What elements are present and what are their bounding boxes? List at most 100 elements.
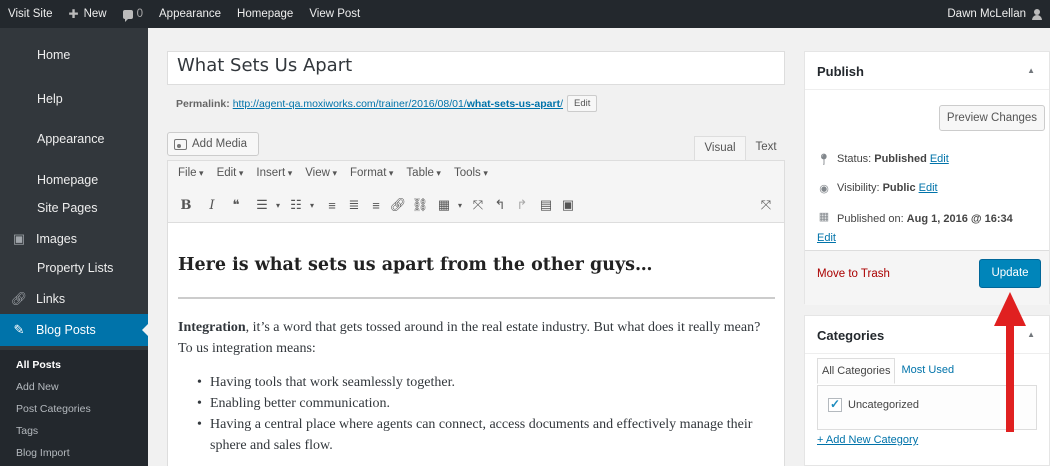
sidebar-item-homepage[interactable]: Homepage bbox=[0, 173, 148, 187]
content-paragraph: Integration, it’s a word that gets tosse… bbox=[178, 317, 768, 359]
tab-visual[interactable]: Visual bbox=[694, 136, 746, 160]
comments-link[interactable]: 0 bbox=[115, 0, 151, 28]
add-media-button[interactable]: Add Media bbox=[167, 132, 259, 156]
published-on-value: Aug 1, 2016 @ 16:34 bbox=[906, 213, 1013, 225]
homepage-label: Homepage bbox=[237, 8, 294, 20]
menu-table[interactable]: Table bbox=[406, 167, 441, 179]
checkbox-checked[interactable] bbox=[828, 397, 842, 412]
appearance-link[interactable]: Appearance bbox=[151, 0, 229, 28]
list-item: Having a central place where agents can … bbox=[197, 414, 762, 456]
category-label: Uncategorized bbox=[848, 399, 919, 411]
menu-view[interactable]: View bbox=[305, 167, 337, 179]
bold-icon[interactable]: B bbox=[176, 194, 196, 216]
unlink-icon[interactable]: ⛓︎ bbox=[410, 194, 430, 216]
submenu-tags[interactable]: Tags bbox=[16, 425, 38, 437]
menu-format[interactable]: Format bbox=[350, 167, 393, 179]
sidebar-item-label: Images bbox=[36, 232, 77, 246]
admin-bar: Visit Site ✚ New 0 Appearance Homepage Vi… bbox=[0, 0, 1050, 28]
list-item[interactable]: Uncategorized bbox=[828, 397, 919, 412]
horizontal-rule bbox=[178, 297, 775, 299]
update-button[interactable]: Update bbox=[979, 259, 1041, 288]
distraction-free-icon[interactable]: ⤧ bbox=[756, 194, 776, 216]
sidebar-item-appearance[interactable]: Appearance bbox=[0, 132, 148, 146]
status-edit-link[interactable]: Edit bbox=[930, 153, 949, 165]
add-new-category-link[interactable]: + Add New Category bbox=[817, 434, 918, 446]
sidebar-item-property-lists[interactable]: Property Lists bbox=[0, 261, 148, 275]
blockquote-icon[interactable]: ❝ bbox=[226, 194, 246, 216]
admin-sidebar: Home Help Appearance Homepage Site Pages… bbox=[0, 28, 149, 466]
view-post-link[interactable]: View Post bbox=[301, 0, 368, 28]
published-on-edit-link[interactable]: Edit bbox=[817, 232, 836, 244]
tab-text[interactable]: Text bbox=[746, 136, 786, 160]
list-item: Having tools that work seamlessly togeth… bbox=[197, 372, 762, 393]
editor-content-area[interactable]: Here is what sets us apart from the othe… bbox=[167, 222, 785, 466]
post-title-text: What Sets Us Apart bbox=[177, 55, 353, 76]
menu-tools[interactable]: Tools bbox=[454, 167, 488, 179]
table-dropdown-icon[interactable]: ▾ bbox=[450, 194, 470, 216]
images-icon: ▣ bbox=[12, 231, 26, 246]
submenu-blog-import[interactable]: Blog Import bbox=[16, 447, 70, 459]
published-on-text: Published on: Aug 1, 2016 @ 16:34 Edit bbox=[817, 210, 1013, 248]
categories-box-title: Categories bbox=[817, 328, 885, 343]
post-title-input[interactable]: What Sets Us Apart bbox=[167, 51, 785, 85]
redo-icon[interactable]: ↱ bbox=[512, 194, 532, 216]
read-more-icon[interactable]: ▤ bbox=[536, 194, 556, 216]
permalink-slug: what-sets-us-apart bbox=[466, 97, 561, 110]
sidebar-item-help[interactable]: Help bbox=[0, 92, 148, 106]
add-media-label: Add Media bbox=[192, 138, 247, 150]
menu-insert[interactable]: Insert bbox=[256, 167, 292, 179]
preview-changes-button[interactable]: Preview Changes bbox=[939, 105, 1045, 131]
undo-icon[interactable]: ↰ bbox=[490, 194, 510, 216]
submenu-add-new[interactable]: Add New bbox=[16, 381, 59, 393]
tab-most-used[interactable]: Most Used bbox=[897, 358, 958, 384]
sidebar-item-blog-posts[interactable]: ✎ Blog Posts bbox=[0, 314, 149, 346]
link-icon: 🔗︎ bbox=[10, 291, 28, 306]
arrow-head bbox=[994, 292, 1026, 326]
view-post-label: View Post bbox=[309, 8, 361, 20]
align-right-icon[interactable]: ≡ bbox=[366, 194, 386, 216]
list-item: Enabling better communication. bbox=[197, 393, 762, 414]
permalink-link[interactable]: http://agent-qa.moxiworks.com/trainer/20… bbox=[233, 98, 563, 110]
sidebar-item-label: Appearance bbox=[37, 132, 105, 146]
numbered-list-dropdown-icon[interactable]: ▾ bbox=[302, 194, 322, 216]
homepage-link[interactable]: Homepage bbox=[229, 0, 301, 28]
published-on-label: Published on: bbox=[837, 213, 904, 225]
italic-icon[interactable]: I bbox=[202, 194, 222, 216]
permalink-trailing: / bbox=[560, 97, 564, 110]
sidebar-item-home[interactable]: Home bbox=[0, 48, 148, 62]
editor-toolbar: File Edit Insert View Format Table Tools… bbox=[167, 160, 785, 222]
visit-site-link[interactable]: Visit Site bbox=[0, 0, 61, 28]
move-to-trash-link[interactable]: Move to Trash bbox=[817, 268, 890, 280]
permalink-edit-button[interactable]: Edit bbox=[567, 95, 598, 112]
menu-edit[interactable]: Edit bbox=[217, 167, 244, 179]
publish-box-header[interactable]: Publish ▲ bbox=[805, 52, 1049, 90]
user-account-menu[interactable]: Dawn McLellan bbox=[939, 0, 1050, 28]
published-on-row: ▦ Published on: Aug 1, 2016 @ 16:34 Edit bbox=[817, 210, 1045, 248]
submenu-all-posts[interactable]: All Posts bbox=[16, 359, 61, 371]
new-label: New bbox=[83, 8, 107, 20]
align-center-icon[interactable]: ≣ bbox=[344, 194, 364, 216]
fullscreen-icon[interactable]: ⤧ bbox=[468, 194, 488, 216]
plus-icon: ✚ bbox=[68, 7, 79, 21]
new-content-link[interactable]: ✚ New bbox=[61, 0, 115, 28]
comments-count: 0 bbox=[136, 8, 144, 20]
menu-file[interactable]: File bbox=[178, 167, 204, 179]
visibility-row: ◉ Visibility: Public Edit bbox=[817, 182, 1045, 195]
collapse-arrow-icon[interactable]: ▲ bbox=[1027, 66, 1035, 75]
tab-all-categories[interactable]: All Categories bbox=[817, 358, 896, 384]
sidebar-item-site-pages[interactable]: Site Pages bbox=[0, 201, 148, 215]
media-embed-icon[interactable]: ▣ bbox=[558, 194, 578, 216]
sidebar-item-label: Home bbox=[37, 48, 71, 62]
permalink-base: http://agent-qa.moxiworks.com/trainer/20… bbox=[232, 97, 467, 110]
sidebar-item-images[interactable]: ▣ Images bbox=[0, 231, 148, 247]
link-icon[interactable]: 🔗︎ bbox=[388, 194, 408, 216]
align-left-icon[interactable]: ≡ bbox=[322, 194, 342, 216]
submenu-post-categories[interactable]: Post Categories bbox=[16, 403, 91, 415]
status-row: 📍︎ Status: Published Edit bbox=[817, 153, 1045, 166]
sidebar-item-label: Homepage bbox=[37, 173, 99, 187]
bullet-list-dropdown-icon[interactable]: ▾ bbox=[268, 194, 288, 216]
blog-posts-submenu: All Posts Add New Post Categories Tags B… bbox=[0, 350, 148, 466]
sidebar-item-links[interactable]: 🔗︎ Links bbox=[0, 291, 148, 307]
visibility-edit-link[interactable]: Edit bbox=[919, 182, 938, 194]
permalink-label: Permalink: bbox=[176, 97, 230, 110]
